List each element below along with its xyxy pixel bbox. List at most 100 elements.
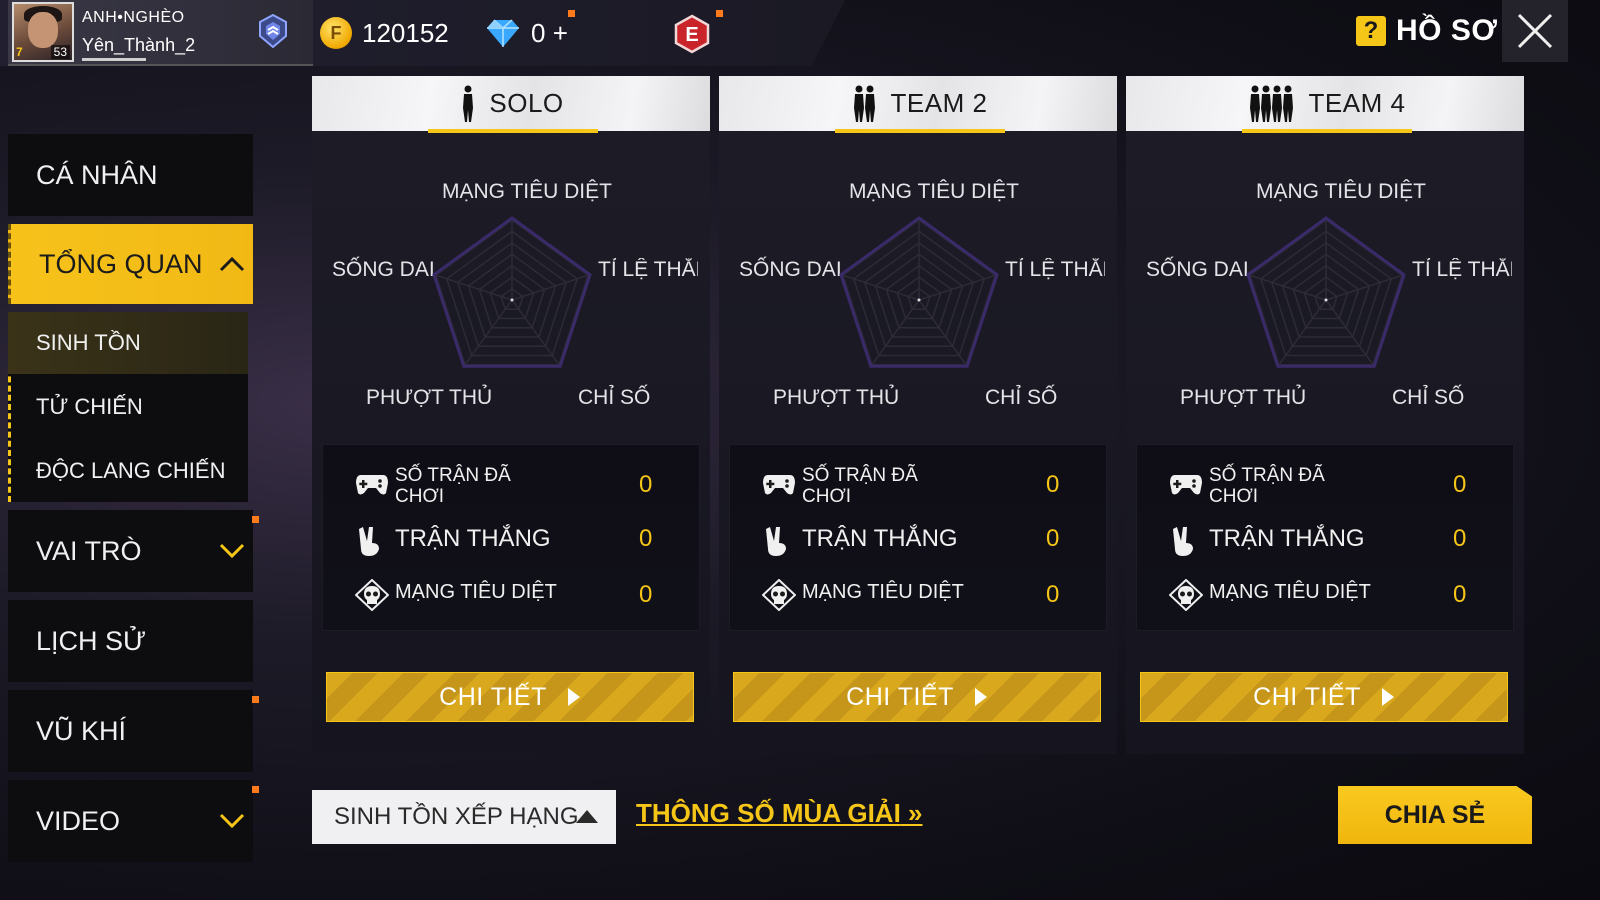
player-name: Yên_Thành_2 [82, 35, 196, 55]
stat-value: 0 [639, 471, 653, 498]
stat-row-matches: SỐ TRẬN ĐÃ CHƠI 0 [323, 459, 699, 509]
radar-label-kills: MẠNG TIÊU DIỆT [442, 180, 612, 203]
chevron-down-icon [219, 813, 245, 829]
radar-label-winrate: TỈ LỆ THẮNG [1412, 258, 1512, 281]
gold-amount: 120152 [362, 18, 449, 48]
victory-hand-icon [1173, 527, 1193, 556]
squad-team-icon [1249, 85, 1293, 122]
diamond-icon [487, 19, 519, 47]
play-arrow-icon [567, 688, 580, 706]
radar-label-survival: SỐNG DAI [332, 258, 435, 281]
radar-label-index: CHỈ SỐ [1392, 386, 1465, 409]
rank-badge-icon[interactable] [258, 14, 288, 48]
add-diamond-icon[interactable]: + [553, 18, 568, 48]
stat-value: 0 [1046, 525, 1060, 552]
sidebar-item-label: LỊCH SỬ [36, 625, 147, 656]
chevron-down-icon [219, 543, 245, 559]
sidebar-sub-deathmatch[interactable]: TỬ CHIẾN [8, 376, 248, 438]
triangle-up-icon [576, 810, 598, 823]
sidebar-item-overview[interactable]: TỔNG QUAN [8, 224, 253, 304]
sidebar-item-label: VIDEO [36, 805, 121, 836]
mode-card-solo: SOLO MẠNG TIÊU DIỆT SỐNG DAI TỈ LỆ THẮNG PHƯ… [312, 76, 710, 754]
stat-value: 0 [1453, 581, 1467, 608]
stat-label: SỐ TRẬN ĐÃ CHƠI [1209, 465, 1325, 507]
stats-panel: SỐ TRẬN ĐÃ CHƠI 0 TRẬN THẮNG 0 MẠNG TIÊU DIỆ… [322, 444, 700, 631]
stat-value: 0 [639, 581, 653, 608]
player-clan: ANH•NGHÈO [82, 9, 185, 26]
stat-label: MẠNG TIÊU DIỆT [802, 581, 964, 603]
radar-label-rusher: PHƯỢT THỦ [773, 386, 900, 409]
sidebar-item-history[interactable]: LỊCH SỬ [8, 600, 253, 682]
detail-button[interactable]: CHI TIẾT [1140, 672, 1508, 722]
radar-label-rusher: PHƯỢT THỦ [1180, 386, 1307, 409]
sidebar-sub-lone-wolf[interactable]: ĐỘC LANG CHIẾN [8, 440, 248, 502]
player-level: 53 [50, 45, 70, 59]
radar-label-kills: MẠNG TIÊU DIỆT [1256, 180, 1426, 203]
radar-chart [839, 216, 999, 368]
victory-hand-icon [766, 527, 786, 556]
close-icon [1517, 13, 1553, 49]
stat-label: SỐ TRẬN ĐÃ CHƠI [802, 465, 918, 507]
stats-panel: SỐ TRẬN ĐÃ CHƠI 0 TRẬN THẮNG 0 MẠNG TIÊU DIỆ… [1136, 444, 1514, 631]
gamepad-icon [763, 475, 795, 495]
avatar[interactable]: 7 53 [12, 2, 74, 62]
radar-chart [1246, 216, 1406, 368]
radar-label-kills: MẠNG TIÊU DIỆT [849, 180, 1019, 203]
season-stats-link[interactable]: THÔNG SỐ MÙA GIẢI » [636, 798, 923, 829]
close-button[interactable] [1502, 0, 1568, 62]
radar-label-winrate: TỈ LỆ THẮNG [1005, 258, 1105, 281]
svg-text:E: E [685, 24, 698, 46]
ranked-mode-select[interactable]: SINH TỒN XẾP HẠNG [312, 790, 616, 844]
elite-pass-icon[interactable]: E [673, 14, 711, 54]
share-button[interactable]: CHIA SẺ [1338, 786, 1532, 844]
notification-dot [252, 786, 259, 793]
solo-player-icon [463, 85, 474, 122]
victory-hand-icon [359, 527, 379, 556]
stat-value: 0 [1453, 471, 1467, 498]
gamepad-icon [356, 475, 388, 495]
mode-title: TEAM 4 [1308, 88, 1406, 118]
stat-row-matches: SỐ TRẬN ĐÃ CHƠI 0 [1137, 459, 1513, 509]
notification-dot [568, 10, 575, 17]
stat-row-wins: TRẬN THẮNG 0 [730, 521, 1106, 561]
notification-dot [252, 696, 259, 703]
stat-row-matches: SỐ TRẬN ĐÃ CHƠI 0 [730, 459, 1106, 509]
stat-label: TRẬN THẮNG [802, 525, 958, 552]
mode-header: TEAM 4 [1126, 76, 1524, 133]
diamond-amount[interactable]: 0 + [531, 18, 568, 49]
mode-title: SOLO [489, 88, 564, 118]
radar-label-winrate: TỈ LỆ THẮNG [598, 258, 698, 281]
radar-label-index: CHỈ SỐ [578, 386, 651, 409]
stat-value: 0 [1453, 525, 1467, 552]
stat-value: 0 [1046, 471, 1060, 498]
duo-team-icon [853, 85, 875, 122]
stat-row-wins: TRẬN THẮNG 0 [323, 521, 699, 561]
stat-row-kills: MẠNG TIÊU DIỆT 0 [1137, 575, 1513, 615]
stats-panel: SỐ TRẬN ĐÃ CHƠI 0 TRẬN THẮNG 0 MẠNG TIÊU DIỆ… [729, 444, 1107, 631]
skull-icon [1169, 579, 1203, 611]
detail-button[interactable]: CHI TIẾT [733, 672, 1101, 722]
help-icon[interactable]: ? [1356, 16, 1386, 46]
gold-coin-icon: F [320, 17, 352, 49]
skull-icon [355, 579, 389, 611]
radar-chart [432, 216, 592, 368]
mode-header: TEAM 2 [719, 76, 1117, 133]
sidebar-item-personal[interactable]: CÁ NHÂN [8, 134, 253, 216]
mode-header: SOLO [312, 76, 710, 133]
exp-bar [82, 58, 146, 61]
double-chevron-icon: » [908, 798, 923, 828]
sidebar-sub-survival[interactable]: SINH TỒN [8, 312, 248, 374]
detail-button[interactable]: CHI TIẾT [326, 672, 694, 722]
mode-card-team2: TEAM 2 MẠNG TIÊU DIỆT SỐNG DAI TỈ LỆ THẮNG P… [719, 76, 1117, 754]
stat-label: MẠNG TIÊU DIỆT [395, 581, 557, 603]
stat-value: 0 [639, 525, 653, 552]
radar-label-survival: SỐNG DAI [1146, 258, 1249, 281]
stat-row-kills: MẠNG TIÊU DIỆT 0 [730, 575, 1106, 615]
player-badge-number: 7 [16, 45, 23, 59]
sidebar-item-role[interactable]: VAI TRÒ [8, 510, 253, 592]
sidebar-item-video[interactable]: VIDEO [8, 780, 253, 862]
chevron-up-icon [219, 256, 245, 272]
sidebar-item-weapons[interactable]: VŨ KHÍ [8, 690, 253, 772]
sidebar-item-label: VŨ KHÍ [36, 715, 127, 746]
stat-row-kills: MẠNG TIÊU DIỆT 0 [323, 575, 699, 615]
